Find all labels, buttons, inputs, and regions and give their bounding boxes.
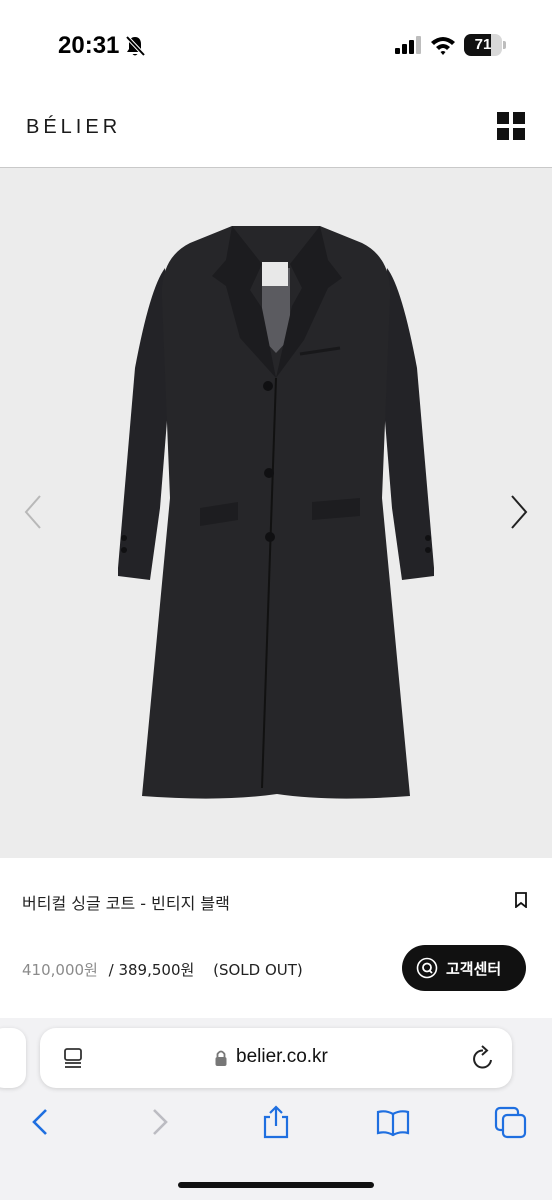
product-image-coat: [118, 226, 434, 799]
next-image-arrow-icon[interactable]: [504, 490, 534, 534]
bookmarks-book-icon[interactable]: [375, 1104, 411, 1140]
address-bar[interactable]: belier.co.kr: [40, 1028, 512, 1088]
share-icon[interactable]: [258, 1104, 294, 1140]
page-menu-icon[interactable]: [62, 1046, 86, 1070]
product-name: 버티컬 싱글 코트 - 빈티지 블랙: [22, 894, 230, 913]
site-header: BÉLIER: [0, 90, 552, 168]
sale-price: 389,500원: [118, 961, 195, 979]
previous-image-arrow-icon[interactable]: [18, 490, 48, 534]
menu-grid-icon[interactable]: [497, 112, 525, 140]
cellular-signal-icon: [395, 36, 421, 54]
customer-service-q-icon: [416, 957, 438, 979]
site-logo[interactable]: BÉLIER: [26, 116, 121, 139]
bookmark-icon[interactable]: [514, 892, 528, 908]
battery-level: 71: [474, 36, 492, 53]
sold-out-status: (SOLD OUT): [213, 961, 303, 979]
browser-bottom-bar: belier.co.kr: [0, 1018, 552, 1200]
home-indicator: [178, 1182, 374, 1188]
product-gallery[interactable]: [0, 168, 552, 858]
lock-icon: [215, 1050, 227, 1066]
tabs-overview-icon[interactable]: [493, 1104, 529, 1140]
bell-off-icon: [125, 35, 146, 57]
price-row: 410,000원 / 389,500원 (SOLD OUT): [22, 959, 303, 980]
customer-service-label: 고객센터: [446, 960, 502, 978]
back-icon[interactable]: [22, 1104, 58, 1140]
status-bar: 20:31 71: [0, 0, 552, 90]
status-time: 20:31: [58, 32, 120, 59]
customer-service-button[interactable]: 고객센터: [402, 945, 526, 991]
reload-icon[interactable]: [470, 1044, 496, 1072]
product-info: 버티컬 싱글 코트 - 빈티지 블랙 410,000원 / 389,500원 (…: [0, 858, 552, 1018]
price-separator: /: [108, 961, 114, 979]
wifi-icon: [431, 37, 455, 55]
forward-icon[interactable]: [142, 1104, 178, 1140]
previous-tab-preview[interactable]: [0, 1028, 26, 1088]
original-price: 410,000원: [22, 961, 98, 979]
url-text[interactable]: belier.co.kr: [236, 1046, 328, 1068]
battery-icon: 71: [464, 34, 506, 56]
